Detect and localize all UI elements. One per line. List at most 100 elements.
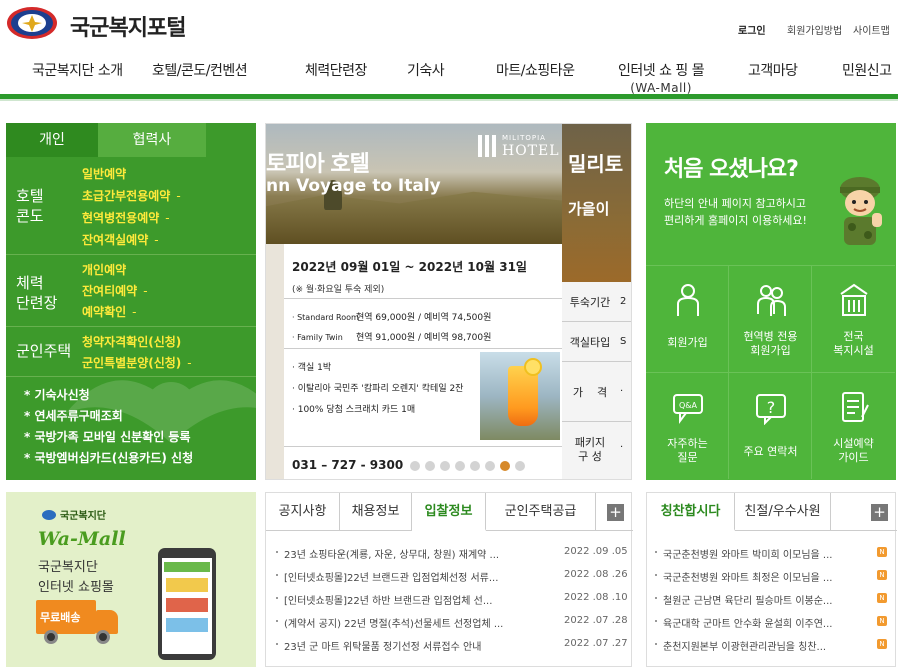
guide-signup[interactable]: 회원가입	[646, 265, 729, 372]
promo-banner[interactable]: 토피아 호텔 nn Voyage to Italy MILITOPIA HOTE…	[265, 123, 632, 480]
new-badge-icon: N	[877, 547, 887, 557]
slide-dot[interactable]	[515, 461, 525, 471]
login-link[interactable]: 로그인	[738, 22, 766, 37]
nav-item-complaint[interactable]: 민원신고	[842, 60, 892, 80]
link-junior-officer-reservation[interactable]: 초급간부전용예약 -	[82, 187, 181, 204]
link-mobile-id-register[interactable]: * 국방가족 모바일 신분확인 등록	[24, 428, 191, 445]
tab-recruitment[interactable]: 채용정보	[340, 493, 412, 531]
svg-text:Q&A: Q&A	[679, 401, 698, 410]
guide-active-signup[interactable]: 현역병 전용 회원가입	[729, 265, 812, 372]
join-guide-link[interactable]: 회원가입방법	[787, 22, 842, 37]
link-vacant-room-reservation[interactable]: 잔여객실예약 -	[82, 231, 159, 248]
package-note: (※ 월·화요일 투숙 제외)	[292, 285, 385, 295]
panel-divider	[6, 376, 256, 377]
guide-contacts[interactable]: ? 주요 연락처	[729, 372, 812, 479]
link-active-soldier-reservation[interactable]: 현역병전용예약 -	[82, 209, 170, 226]
package-period: 2022년 09월 01일 ~ 2022년 10월 31일	[292, 260, 527, 274]
tab-personal[interactable]: 개인	[6, 123, 98, 157]
quick-reservation-panel: 개인 협력사 호텔 콘도 일반예약 초급간부전용예약 - 현역병전용예약 - 잔여객…	[6, 123, 256, 480]
nav-item-mart[interactable]: 마트/쇼핑타운	[496, 60, 575, 80]
praise-tabs: 칭찬합시다 친절/우수사원	[647, 493, 897, 531]
benefit-item: · 이탈리아 국민주 '캄파리 오렌지' 칵테일 2잔	[292, 384, 464, 394]
ministry-logo-icon[interactable]	[6, 6, 58, 40]
panel-tabs: 개인 협력사	[6, 123, 256, 157]
category-hotel: 호텔 콘도	[16, 187, 44, 225]
link-liquor-purchase[interactable]: * 연세주류구매조회	[24, 407, 123, 424]
banner-voyage-text: nn Voyage to Italy	[266, 176, 441, 196]
banner-prev-slide-edge	[266, 244, 284, 479]
link-reservation-check[interactable]: 예약확인 -	[82, 303, 137, 320]
nav-item-wamall[interactable]: 인터넷 쇼 핑 몰 (WA-Mall)	[618, 60, 705, 95]
wamall-description: 국군복지단 인터넷 쇼핑몰	[38, 560, 114, 595]
link-special-sale[interactable]: 군인특별분양(신청) -	[82, 354, 192, 371]
category-golf: 체력 단련장	[16, 274, 58, 312]
slide-dot[interactable]	[455, 461, 465, 471]
notebook-icon	[842, 392, 869, 422]
notice-more-button[interactable]: +	[607, 504, 624, 521]
guide-facilities[interactable]: 전국 복지시설	[812, 265, 895, 372]
banner-package-details: 2022년 09월 01일 ~ 2022년 10월 31일 (※ 월·화요일 투…	[284, 244, 562, 479]
nav-item-dormitory[interactable]: 기숙사	[407, 60, 445, 80]
tab-housing-supply[interactable]: 군인주택공급	[486, 493, 596, 531]
tab-partner[interactable]: 협력사	[98, 123, 206, 157]
phone-icon	[158, 548, 216, 660]
slide-dot[interactable]	[470, 461, 480, 471]
sitemap-link[interactable]: 사이트맵	[853, 22, 890, 37]
praise-board: 칭찬합시다 친절/우수사원 + 국군춘천병원 와마트 박미희 이모님을 ... N…	[646, 492, 897, 667]
guide-faq[interactable]: Q&A 자주하는 질문	[646, 372, 729, 479]
question-icon: ?	[756, 394, 786, 425]
guide-grid: 회원가입 현역병 전용 회원가입 전국 복지시설 Q&A 자주하는 질문 ? 주…	[646, 265, 896, 480]
cocktail-image	[480, 352, 560, 440]
panel-divider	[6, 254, 256, 255]
welcome-description: 하단의 안내 페이지 참고하시고 편리하게 홈페이지 이용하세요!	[664, 197, 807, 227]
new-badge-icon: N	[877, 593, 887, 603]
hotel-logo-icon	[478, 135, 496, 157]
link-subscription-check[interactable]: 청약자격확인(신청)	[82, 333, 181, 350]
slide-dot[interactable]	[410, 461, 420, 471]
svg-text:?: ?	[767, 398, 776, 417]
link-vacant-tee-reservation[interactable]: 잔여티예약 -	[82, 282, 148, 299]
link-general-reservation[interactable]: 일반예약	[82, 165, 126, 182]
slide-dot[interactable]	[425, 461, 435, 471]
welcome-title: 처음 오셨나요?	[664, 157, 799, 182]
new-badge-icon: N	[877, 570, 887, 580]
notice-tabs: 공지사항 채용정보 입찰정보 군인주택공급	[266, 493, 633, 531]
wamall-banner[interactable]: 국군복지단 Wa-Mall 국군복지단 인터넷 쇼핑몰 무료배송	[6, 492, 256, 667]
praise-more-button[interactable]: +	[871, 504, 888, 521]
tab-bids[interactable]: 입찰정보	[412, 493, 486, 531]
room-price-family: · Family Twin 현역 91,000원 / 예비역 98,700원	[292, 333, 492, 343]
tab-praise[interactable]: 칭찬합시다	[647, 493, 735, 531]
link-dormitory-apply[interactable]: * 기숙사신청	[24, 386, 90, 403]
benefit-item: · 100% 당첨 스크래치 카드 1매	[292, 405, 416, 415]
notice-board: 공지사항 채용정보 입찰정보 군인주택공급 + 23년 쇼핑타운(계룡, 자운,…	[265, 492, 633, 667]
nav-item-about[interactable]: 국군복지단 소개	[32, 60, 123, 80]
slide-dot[interactable]	[440, 461, 450, 471]
header-divider-shadow	[0, 99, 898, 101]
free-delivery-label: 무료배송	[40, 611, 81, 624]
new-badge-icon: N	[877, 616, 887, 626]
tab-notices[interactable]: 공지사항	[266, 493, 340, 531]
welcome-guide-panel: 처음 오셨나요? 하단의 안내 페이지 참고하시고 편리하게 홈페이지 이용하세…	[646, 123, 896, 480]
tab-best-staff[interactable]: 친절/우수사원	[735, 493, 831, 531]
panel-divider	[6, 326, 256, 327]
site-header: 국군복지포털 로그인 회원가입방법 사이트맵 국군복지단 소개 호텔/콘도/컨벤…	[0, 0, 898, 101]
nav-item-hotel[interactable]: 호텔/콘도/컨벤션	[152, 60, 248, 80]
slide-dot[interactable]	[500, 461, 510, 471]
site-title[interactable]: 국군복지포털	[70, 10, 186, 42]
banner-hotel-name: 토피아 호텔	[266, 152, 370, 177]
qa-icon: Q&A	[673, 394, 703, 424]
benefit-item: · 객실 1박	[292, 363, 332, 373]
militopia-hotel-logo: MILITOPIA HOTEL	[478, 132, 560, 162]
guide-reservation[interactable]: 시설예약 가이드	[812, 372, 895, 479]
room-price-standard: · Standard Room현역 69,000원 / 예비역 74,500원	[292, 313, 492, 323]
building-icon	[840, 283, 868, 316]
link-personal-reservation[interactable]: 개인예약	[82, 261, 126, 278]
wamall-brand: 국군복지단	[42, 507, 106, 522]
banner-next-info-table: 투숙기간 2 객실타입 S 가 격 · 패키지 구 성 ·	[562, 282, 631, 479]
link-membership-card-apply[interactable]: * 국방엠버십카드(신용카드) 신청	[24, 449, 193, 466]
nav-item-golf[interactable]: 체력단련장	[305, 60, 367, 80]
nav-item-customer[interactable]: 고객마당	[748, 60, 798, 80]
new-badge-icon: N	[877, 639, 887, 649]
main-nav: 국군복지단 소개 호텔/콘도/컨벤션 체력단련장 기숙사 마트/쇼핑타운 인터넷…	[0, 60, 898, 96]
slide-dot[interactable]	[485, 461, 495, 471]
